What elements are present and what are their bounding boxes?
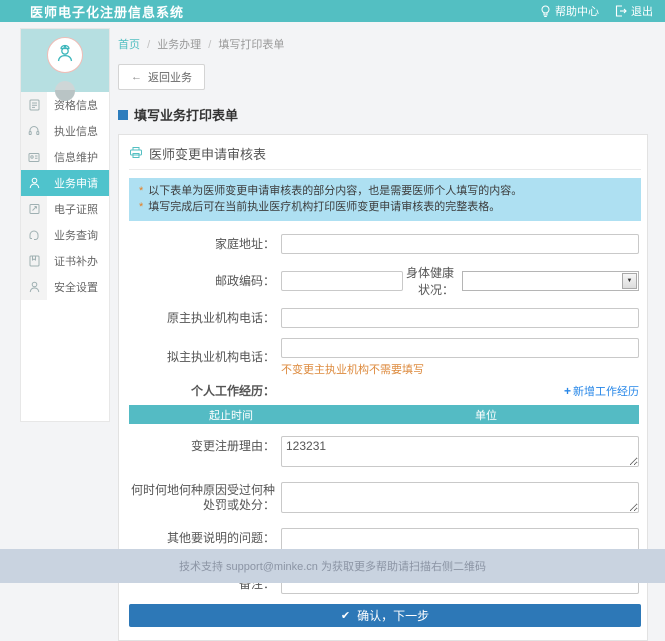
work-table-col-unit: 单位 [333,407,639,423]
check-icon: ✔ [341,609,350,622]
change-reason-textarea[interactable]: 123231 [281,436,639,467]
user-icon [21,170,47,196]
sidebar-item-security-settings[interactable]: 安全设置 [21,274,109,300]
top-bar: 医师电子化注册信息系统 帮助中心 退出 [0,0,665,22]
sidebar-item-label: 信息维护 [47,149,109,165]
service-icon [21,222,47,248]
document-icon [21,92,47,118]
work-experience-table-header: 起止时间 单位 [129,405,639,424]
form-row-work-experience: 个人工作经历： + 新增工作经历 [129,383,641,399]
breadcrumb-current: 填写打印表单 [218,39,284,51]
note-line: * 填写完成后可在当前执业医疗机构打印医师变更申请审核表的完整表格。 [139,199,631,215]
help-center-label: 帮助中心 [555,3,599,19]
note-marker: * [139,199,143,215]
headset-icon [21,118,47,144]
form-row-punishment: 何时何地何种原因受过何种处罚或处分： [129,482,641,518]
form-title: 医师变更申请审核表 [149,144,266,163]
sidebar-item-business-application[interactable]: 业务申请 [21,170,109,196]
sidebar: 资格信息 执业信息 信息维护 业务申请 [20,28,110,422]
breadcrumb-business[interactable]: 业务办理 [157,39,201,51]
dropdown-arrow-icon: ▼ [622,273,637,289]
health-status-label: 身体健康状况： [403,264,462,298]
footer-text: 技术支持 support@minke.cn 为获取更多帮助请扫描右侧二维码 [179,558,486,574]
sidebar-item-certificate-reissue[interactable]: 证书补办 [21,248,109,274]
add-work-experience-link[interactable]: + 新增工作经历 [564,383,639,399]
breadcrumb-home[interactable]: 首页 [118,39,140,51]
app-title: 医师电子化注册信息系统 [30,2,184,21]
note-text: 填写完成后可在当前执业医疗机构打印医师变更申请审核表的完整表格。 [148,199,500,215]
user-avatar-panel [21,29,109,92]
change-reason-label: 变更注册理由： [129,436,281,454]
form-row-proposed-org-phone: 拟主执业机构电话： 不变更主执业机构不需要填写 [129,338,641,377]
punishment-label: 何时何地何种原因受过何种处罚或处分： [129,482,281,513]
original-org-phone-label: 原主执业机构电话： [129,311,281,326]
proposed-org-phone-label: 拟主执业机构电话： [129,350,281,365]
sidebar-item-info-maintenance[interactable]: 信息维护 [21,144,109,170]
punishment-textarea[interactable] [281,482,639,513]
info-notes-box: * 以下表单为医师变更申请审核表的部分内容，也是需要医师个人填写的内容。 * 填… [129,178,641,221]
sidebar-item-practice-info[interactable]: 执业信息 [21,118,109,144]
postal-code-label: 邮政编码： [129,274,281,289]
id-card-icon [21,144,47,170]
notebook-icon [21,248,47,274]
form-row-postal-health: 邮政编码： 身体健康状况： ▼ [129,264,641,298]
note-text: 以下表单为医师变更申请审核表的部分内容，也是需要医师个人填写的内容。 [148,183,522,199]
page-section-title: 填写业务打印表单 [118,105,648,124]
page-footer: 技术支持 support@minke.cn 为获取更多帮助请扫描右侧二维码 [0,549,665,583]
form-row-change-reason: 变更注册理由： 123231 [129,436,641,472]
note-marker: * [139,183,143,199]
form-panel-header: 医师变更申请审核表 [129,144,641,170]
note-line: * 以下表单为医师变更申请审核表的部分内容，也是需要医师个人填写的内容。 [139,183,631,199]
confirm-next-button[interactable]: ✔ 确认，下一步 [129,604,641,627]
sidebar-item-label: 业务申请 [47,175,109,191]
confirm-button-label: 确认，下一步 [357,607,429,624]
sidebar-item-label: 业务查询 [47,227,109,243]
sidebar-item-label: 证书补办 [47,253,109,269]
doctor-icon [54,42,76,69]
plus-icon: + [564,384,571,398]
sidebar-item-label: 资格信息 [47,97,109,113]
work-table-col-period: 起止时间 [129,407,333,423]
home-address-input[interactable] [281,234,639,254]
user-shield-icon [21,274,47,300]
back-button-label: 返回业务 [148,69,192,85]
sidebar-item-label: 安全设置 [47,279,109,295]
health-status-select[interactable]: ▼ [462,271,639,291]
avatar[interactable] [47,37,83,73]
form-row-original-org-phone: 原主执业机构电话： [129,308,641,328]
breadcrumb-separator: / [147,39,150,51]
certificate-icon [21,196,47,222]
breadcrumb-separator: / [208,39,211,51]
add-work-experience-label: 新增工作经历 [573,383,639,399]
logout-icon [615,5,627,17]
proposed-org-phone-hint: 不变更主执业机构不需要填写 [281,361,639,377]
avatar-decoration [55,81,75,101]
bulb-icon [540,5,551,18]
postal-code-input[interactable] [281,271,403,291]
proposed-org-phone-input[interactable] [281,338,639,358]
logout-button[interactable]: 退出 [615,3,653,19]
help-center-button[interactable]: 帮助中心 [540,3,599,19]
section-marker-icon [118,110,128,120]
other-issues-label: 其他要说明的问题： [129,528,281,546]
printer-icon [129,146,143,162]
logout-label: 退出 [631,3,653,19]
sidebar-item-label: 电子证照 [47,201,109,217]
sidebar-item-electronic-license[interactable]: 电子证照 [21,196,109,222]
sidebar-item-business-query[interactable]: 业务查询 [21,222,109,248]
back-to-business-button[interactable]: ← 返回业务 [118,64,205,90]
back-arrow-icon: ← [131,72,142,83]
sidebar-menu: 资格信息 执业信息 信息维护 业务申请 [21,92,109,300]
home-address-label: 家庭地址： [129,237,281,252]
original-org-phone-input[interactable] [281,308,639,328]
section-title-text: 填写业务打印表单 [134,105,238,124]
work-experience-label: 个人工作经历： [129,384,281,399]
breadcrumb: 首页 / 业务办理 / 填写打印表单 [118,28,648,52]
form-row-home-address: 家庭地址： [129,234,641,254]
sidebar-item-label: 执业信息 [47,123,109,139]
